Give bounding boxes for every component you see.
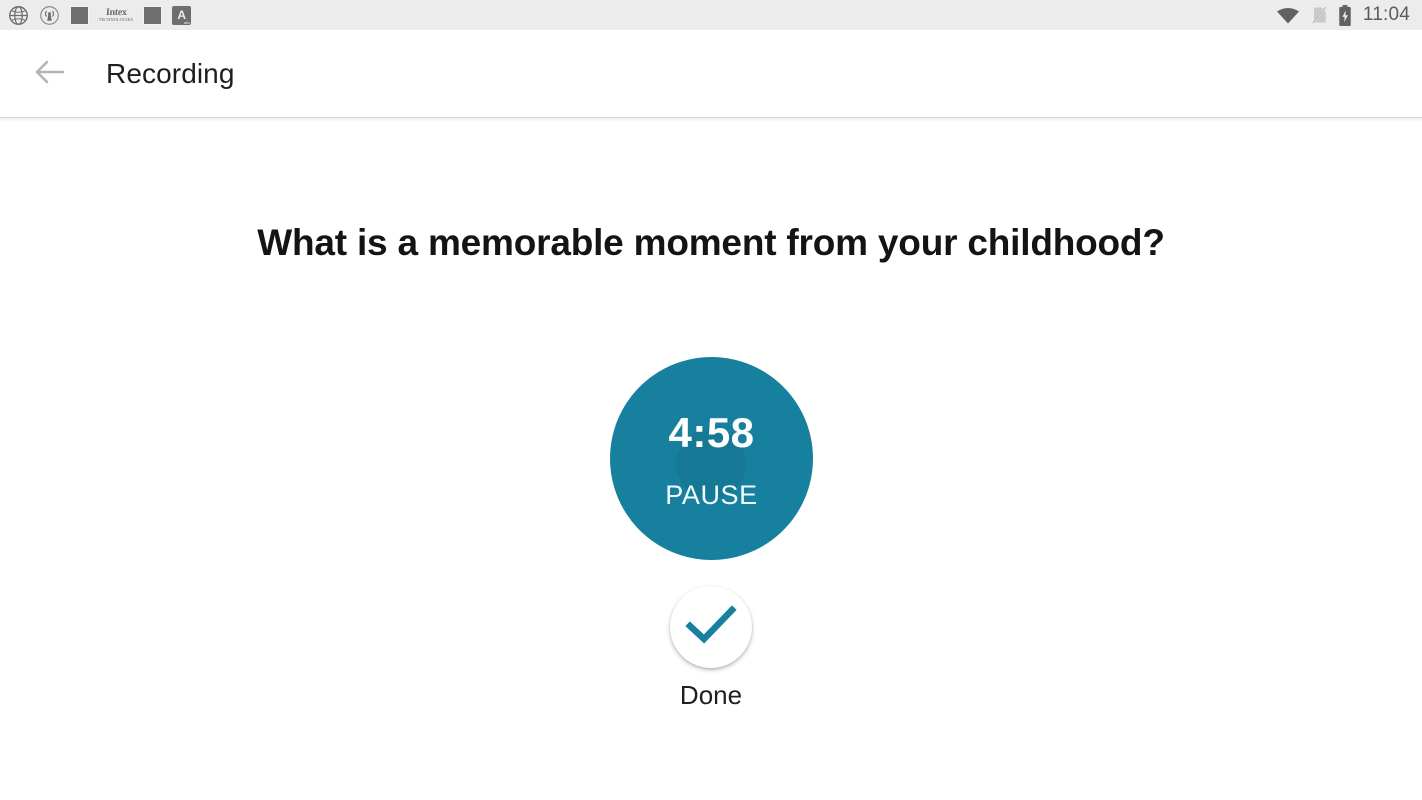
recording-timer: 4:58 bbox=[668, 409, 755, 456]
status-bar-system-icons: 11:04 bbox=[1276, 4, 1410, 26]
letter-a-sublabel: abc bbox=[183, 19, 191, 25]
intex-logo-icon: Intex TECHNOLOGIES bbox=[98, 7, 134, 22]
done-button-label: Done bbox=[679, 680, 743, 710]
done-button[interactable] bbox=[670, 586, 752, 668]
page-title: Recording bbox=[106, 58, 235, 89]
app-square-icon-1 bbox=[70, 5, 89, 25]
letter-a-icon: A abc bbox=[172, 5, 192, 25]
recording-screen-content: What is a memorable moment from your chi… bbox=[0, 122, 1422, 800]
intex-logo-sublabel: TECHNOLOGIES bbox=[98, 17, 134, 22]
wifi-icon bbox=[1276, 6, 1300, 25]
broadcast-icon bbox=[39, 5, 60, 26]
globe-icon bbox=[8, 5, 29, 26]
status-bar: Intex TECHNOLOGIES A abc 11:04 bbox=[0, 0, 1422, 30]
record-button-label: PAUSE bbox=[665, 480, 758, 510]
question-prompt: What is a memorable moment from your chi… bbox=[257, 222, 1165, 263]
check-icon bbox=[685, 604, 737, 651]
no-sim-icon bbox=[1309, 5, 1329, 25]
app-square-icon-2 bbox=[143, 5, 163, 25]
status-bar-clock: 11:04 bbox=[1362, 4, 1410, 25]
back-arrow-icon bbox=[33, 57, 67, 92]
battery-charging-icon bbox=[1338, 4, 1352, 26]
status-bar-notification-icons: Intex TECHNOLOGIES A abc bbox=[8, 5, 192, 26]
app-bar: Recording bbox=[0, 30, 1422, 118]
back-button[interactable] bbox=[22, 46, 78, 102]
record-pause-button[interactable]: 4:58 PAUSE bbox=[610, 357, 813, 560]
